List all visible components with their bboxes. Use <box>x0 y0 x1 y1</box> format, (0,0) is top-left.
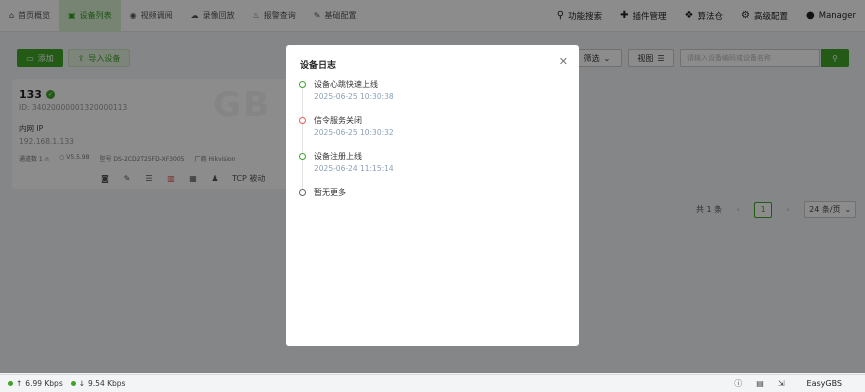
upload-rate-text: 6.99 Kbps <box>25 379 63 388</box>
status-bar: ↑ 6.99 Kbps ↓ 9.54 Kbps ⓘ ▤ ⇲ EasyGBS <box>0 374 865 392</box>
timeline-dot-red <box>299 117 306 124</box>
close-icon[interactable]: ✕ <box>559 55 568 68</box>
status-dot <box>70 381 76 386</box>
download-rate: ↓ 9.54 Kbps <box>70 379 126 388</box>
timeline-dot-gray <box>299 189 306 196</box>
dialog-title: 设备日志 <box>300 61 337 71</box>
timeline-text: 设备心跳快速上线 <box>314 80 378 89</box>
timeline-dot-green <box>299 81 306 88</box>
upload-rate: ↑ 6.99 Kbps <box>8 379 63 388</box>
export-icon[interactable]: ⇲ <box>778 379 785 388</box>
timeline-line <box>302 85 303 193</box>
timeline-text: 信令服务关闭 <box>314 116 362 125</box>
help-icon[interactable]: ⓘ <box>734 378 742 389</box>
status-dot <box>8 381 13 386</box>
device-log-dialog: 设备日志 ✕ 设备心跳快速上线 2025-06-25 10:30:38 信令服务… <box>286 45 579 346</box>
document-icon[interactable]: ▤ <box>756 379 764 388</box>
arrow-down-icon: ↓ <box>78 379 86 388</box>
timeline-text: 设备注册上线 <box>314 152 362 161</box>
download-rate-text: 9.54 Kbps <box>88 379 126 388</box>
timeline-no-more: 暂无更多 <box>314 188 346 197</box>
timeline-time: 2025-06-25 10:30:32 <box>314 128 394 137</box>
brand-name: EasyGBS <box>806 379 842 388</box>
arrow-up-icon: ↑ <box>16 379 23 388</box>
timeline-dot-green <box>299 153 306 160</box>
status-bar-right: ⓘ ▤ ⇲ EasyGBS <box>734 378 865 389</box>
timeline-time: 2025-06-25 10:30:38 <box>314 92 394 101</box>
timeline-time: 2025-06-24 11:15:14 <box>314 164 394 173</box>
